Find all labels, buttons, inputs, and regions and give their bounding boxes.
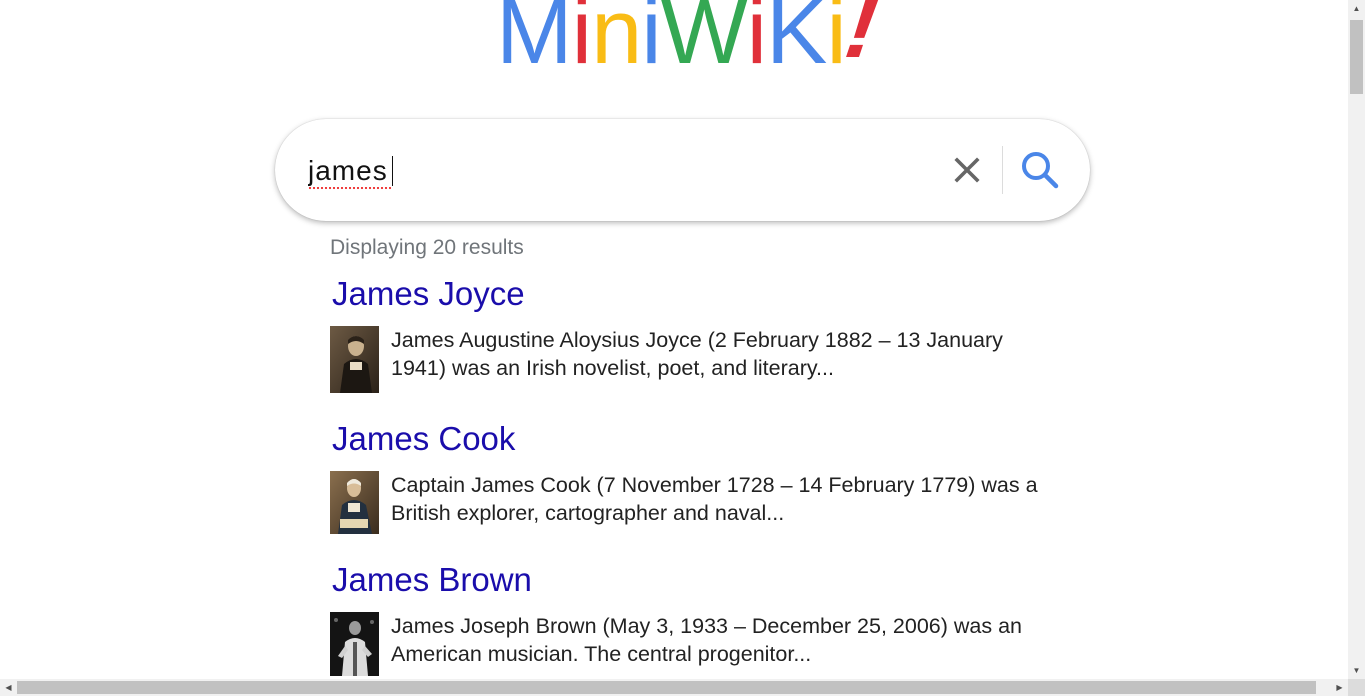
- horizontal-scrollbar[interactable]: ◀ ▶: [0, 679, 1348, 696]
- search-input[interactable]: [308, 151, 908, 191]
- scroll-down-icon[interactable]: ▼: [1348, 662, 1365, 679]
- scroll-up-icon[interactable]: ▲: [1348, 0, 1365, 17]
- result-body: James Joseph Brown (May 3, 1933 – Decemb…: [330, 612, 1050, 676]
- result-body: James Augustine Aloysius Joyce (2 Februa…: [330, 326, 1050, 393]
- logo-exclamation: !: [839, 0, 884, 77]
- text-caret: [392, 156, 393, 186]
- logo-letter: i: [571, 0, 592, 83]
- results-count: Displaying 20 results: [330, 236, 524, 259]
- result-body: Captain James Cook (7 November 1728 – 14…: [330, 471, 1050, 534]
- result-title-link[interactable]: James Joyce: [332, 274, 1050, 314]
- scroll-left-icon[interactable]: ◀: [0, 679, 17, 696]
- result-title-link[interactable]: James Brown: [332, 560, 1050, 600]
- logo-letter: W: [660, 0, 748, 83]
- portrait-image: [330, 471, 379, 534]
- scroll-right-icon[interactable]: ▶: [1331, 679, 1348, 696]
- search-result: James Cook Captain James Cook (7 Novembe…: [330, 419, 1050, 534]
- photo-image: [330, 612, 379, 676]
- search-bar: [275, 119, 1090, 221]
- result-snippet: Captain James Cook (7 November 1728 – 14…: [391, 473, 1038, 525]
- logo-letter: i: [746, 0, 767, 83]
- horizontal-scroll-thumb[interactable]: [17, 681, 1316, 694]
- vertical-scroll-thumb[interactable]: [1350, 20, 1363, 94]
- logo-letter: M: [496, 0, 573, 83]
- logo-letter: n: [591, 0, 642, 83]
- close-icon: [954, 157, 980, 183]
- result-title-link[interactable]: James Cook: [332, 419, 1050, 459]
- clear-button[interactable]: [951, 154, 983, 186]
- search-result: James Joyce James Augustine Aloysius Joy…: [330, 274, 1050, 393]
- logo-letter: i: [641, 0, 661, 83]
- miniwiki-logo[interactable]: MiniWiKi!: [496, 0, 883, 83]
- logo-letter: K: [766, 0, 827, 83]
- result-thumbnail[interactable]: [330, 612, 379, 676]
- search-button[interactable]: [1019, 149, 1061, 191]
- scrollbar-corner: [1348, 679, 1365, 696]
- search-divider: [1002, 146, 1003, 194]
- spellcheck-underline: [308, 187, 392, 190]
- vertical-scrollbar[interactable]: ▲ ▼: [1348, 0, 1365, 679]
- result-thumbnail[interactable]: [330, 471, 379, 534]
- result-snippet: James Augustine Aloysius Joyce (2 Februa…: [391, 328, 1003, 380]
- search-icon: [1022, 152, 1059, 189]
- result-snippet: James Joseph Brown (May 3, 1933 – Decemb…: [391, 614, 1022, 666]
- portrait-image: [330, 326, 379, 393]
- page: MiniWiKi! Displaying 20 results James Jo…: [0, 0, 1348, 679]
- search-result: James Brown James Joseph Brown (May 3, 1…: [330, 560, 1050, 676]
- result-thumbnail[interactable]: [330, 326, 379, 393]
